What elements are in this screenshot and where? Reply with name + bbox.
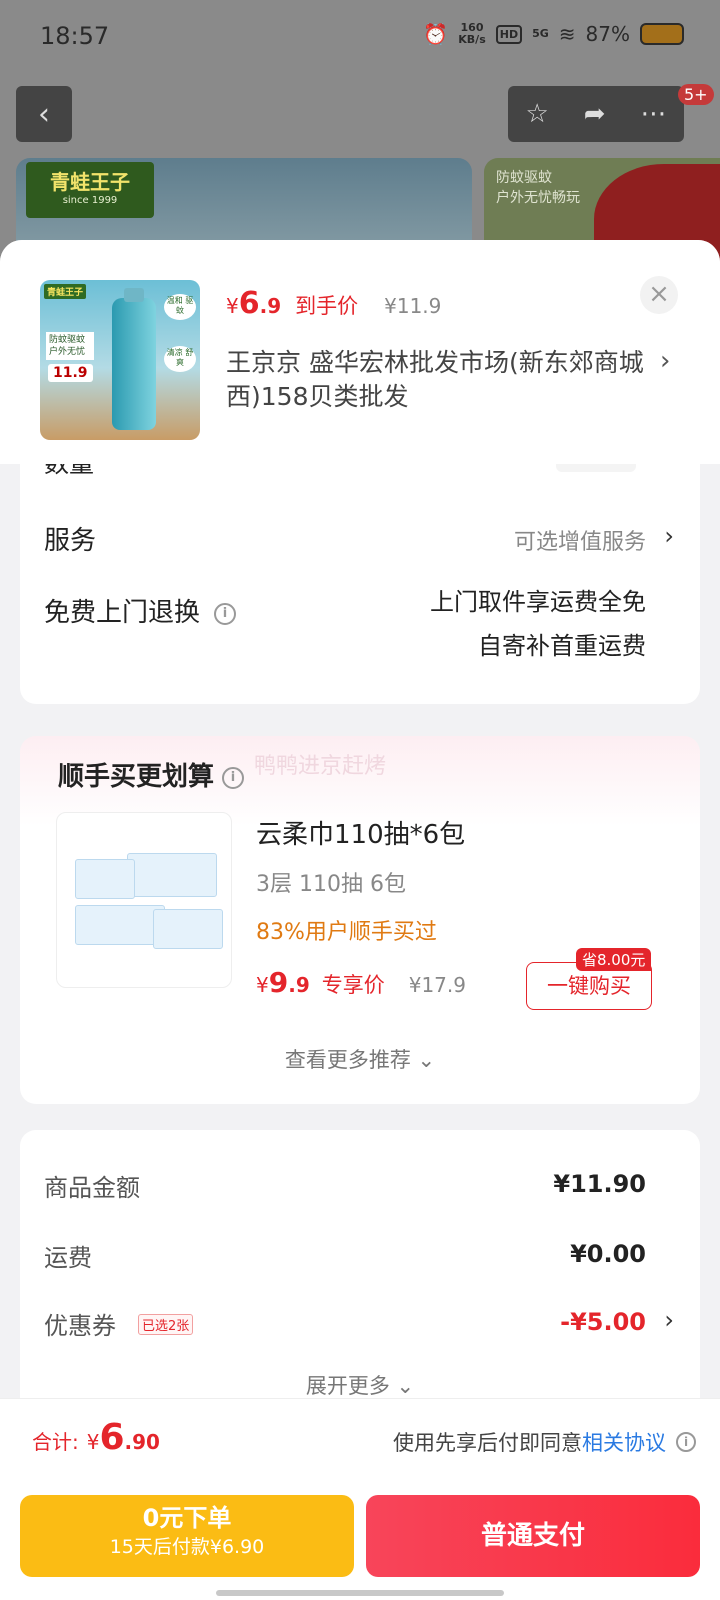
original-price: ¥17.9 — [408, 973, 466, 997]
return-label: 免费上门退换 — [44, 598, 201, 628]
status-icons: ⏰ 160 KB/s HD 5G ≋ 87% — [423, 22, 684, 46]
share-icon[interactable]: ➦ — [584, 99, 606, 129]
brand-name: 青蛙王子 — [50, 170, 130, 194]
recommend-title: 顺手买更划算 i — [58, 756, 245, 793]
image-price: 11.9 — [48, 364, 93, 382]
shipping-label: 运费 — [44, 1244, 92, 1272]
network-speed-unit: KB/s — [458, 33, 486, 46]
more-recommend-button[interactable]: 查看更多推荐 ⌄ — [20, 1044, 700, 1074]
service-label: 服务 — [44, 526, 97, 556]
brand-logo: 青蛙王子 since 1999 — [26, 162, 154, 218]
signal-icon: 5G — [532, 27, 549, 40]
battery-icon — [640, 23, 684, 45]
tissue-pack-icon — [75, 859, 135, 899]
image-label-2: 清凉 舒爽 — [164, 346, 196, 372]
network-speed: 160 KB/s — [458, 22, 485, 46]
chevron-left-icon: ‹ — [38, 96, 50, 132]
info-icon[interactable]: i — [214, 602, 237, 625]
image-tagline: 防蚊驱蚊 户外无忧 — [46, 332, 94, 360]
tissue-pack-icon — [127, 853, 217, 897]
info-icon[interactable]: i — [222, 766, 245, 789]
price-symbol: ¥ — [86, 1430, 100, 1454]
coupon-value[interactable]: -¥5.00 — [560, 1308, 646, 1336]
star-icon[interactable]: ☆ — [525, 99, 548, 129]
price-summary-card: 商品金额 ¥11.90 运费 ¥0.00 优惠券 已选2张 -¥5.00 › 展… — [20, 1130, 700, 1430]
info-icon[interactable]: i — [676, 1432, 696, 1452]
price-decimal: .9 — [288, 973, 310, 997]
nav-action-group: ☆ ➦ ⋯ — [508, 86, 684, 142]
wifi-icon: ≋ — [558, 22, 576, 46]
product-header: 青蛙王子 防蚊驱蚊 户外无忧 11.9 温和 驱蚊 清凉 舒爽 ¥ 6 .9 到… — [0, 240, 720, 464]
price-symbol: ¥ — [256, 973, 269, 997]
agreement-text: 使用先享后付即同意 — [393, 1431, 582, 1455]
product-image: 青蛙王子 防蚊驱蚊 户外无忧 11.9 温和 驱蚊 清凉 舒爽 — [40, 280, 200, 440]
side-banner-text: 防蚊驱蚊 户外无忧畅玩 — [496, 168, 580, 208]
total-label: 合计: — [32, 1430, 79, 1454]
final-price: ¥ 6 .9 到手价 ¥11.9 — [226, 286, 441, 321]
expand-more-button[interactable]: 展开更多 ⌄ — [20, 1370, 700, 1400]
price-integer: 6 — [99, 1417, 125, 1458]
options-card: 数量 − 1 + 服务 可选增值服务 › 免费上门退换i 上门取件享运费全免 自… — [20, 430, 700, 704]
side-banner-line2: 户外无忧畅玩 — [496, 190, 580, 206]
checkout-sheet: 青蛙王子 防蚊驱蚊 户外无忧 11.9 温和 驱蚊 清凉 舒爽 ¥ 6 .9 到… — [0, 240, 720, 1600]
total-price: 合计: ¥ 6 .90 — [32, 1417, 174, 1458]
hd-icon: HD — [495, 24, 523, 44]
coupon-label: 优惠券 — [44, 1312, 116, 1340]
chevron-right-icon[interactable]: › — [664, 522, 674, 550]
side-banner-line1: 防蚊驱蚊 — [496, 170, 552, 186]
return-line-1: 上门取件享运费全免 — [430, 588, 646, 616]
watermark-text: 鸭鸭进京赶烤 — [254, 754, 387, 779]
delivery-address[interactable]: 王京京 盛华宏林批发市场(新东郊商城西)158贝类批发 — [226, 346, 646, 414]
original-price: ¥11.9 — [384, 294, 442, 318]
spray-bottle-icon — [112, 288, 156, 430]
checkout-footer: 合计: ¥ 6 .90 使用先享后付即同意 相关协议 i 0元下单 15天后付款… — [0, 1398, 720, 1600]
recommend-price: ¥ 9 .9 专享价 ¥17.9 — [256, 966, 466, 999]
price-integer: 6 — [238, 286, 260, 321]
battery-percent: 87% — [585, 22, 630, 46]
recommend-card: 鸭鸭进京赶烤 顺手买更划算 i 云柔巾110抽*6包 3层 110抽 6包 83%… — [20, 736, 700, 1104]
agreement-link[interactable]: 相关协议 — [582, 1427, 666, 1457]
normal-pay-button[interactable]: 普通支付 — [366, 1495, 700, 1577]
back-button[interactable]: ‹ — [16, 86, 72, 142]
recommend-product-name[interactable]: 云柔巾110抽*6包 — [256, 814, 465, 851]
agreement-note: 使用先享后付即同意 相关协议 i — [393, 1427, 696, 1457]
goods-amount-label: 商品金额 — [44, 1174, 140, 1202]
pay-later-subtitle: 15天后付款¥6.90 — [109, 1536, 265, 1558]
message-badge: 5+ — [678, 84, 714, 105]
pay-later-button[interactable]: 0元下单 15天后付款¥6.90 — [20, 1495, 354, 1577]
return-details: 上门取件享运费全免 自寄补首重运费 — [430, 580, 646, 668]
chevron-right-icon[interactable]: › — [664, 1306, 674, 1334]
close-button[interactable]: × — [640, 276, 678, 314]
alarm-icon: ⏰ — [423, 22, 449, 46]
tissue-pack-icon — [75, 905, 165, 945]
service-value[interactable]: 可选增值服务 — [514, 524, 646, 556]
home-indicator[interactable] — [216, 1590, 504, 1596]
return-row: 免费上门退换 i — [44, 592, 237, 629]
save-badge: 省8.00元 — [576, 948, 652, 971]
price-decimal: .9 — [259, 294, 282, 318]
recommend-product-spec: 3层 110抽 6包 — [256, 872, 406, 897]
price-symbol: ¥ — [226, 294, 239, 318]
goods-amount-value: ¥11.90 — [553, 1170, 646, 1198]
tissue-pack-icon — [153, 909, 223, 949]
price-tag: 专享价 — [321, 973, 385, 997]
recommend-social-proof: 83%用户顺手买过 — [256, 920, 437, 945]
recommend-title-text: 顺手买更划算 — [58, 762, 215, 792]
price-decimal: .90 — [124, 1430, 160, 1454]
coupon-count-badge: 已选2张 — [138, 1314, 194, 1335]
recommend-product-image — [56, 812, 232, 988]
price-integer: 9 — [268, 966, 289, 999]
brand-since: since 1999 — [62, 195, 118, 206]
price-tag: 到手价 — [295, 294, 359, 318]
status-time: 18:57 — [40, 22, 110, 50]
pay-later-title: 0元下单 — [142, 1504, 232, 1532]
chevron-right-icon[interactable]: › — [660, 346, 670, 376]
image-brand: 青蛙王子 — [44, 284, 87, 299]
status-bar: 18:57 ⏰ 160 KB/s HD 5G ≋ 87% — [0, 0, 720, 76]
return-line-2: 自寄补首重运费 — [478, 632, 646, 660]
shipping-value: ¥0.00 — [570, 1240, 646, 1268]
more-dots-icon[interactable]: ⋯ — [640, 99, 666, 129]
image-label-1: 温和 驱蚊 — [164, 294, 196, 320]
